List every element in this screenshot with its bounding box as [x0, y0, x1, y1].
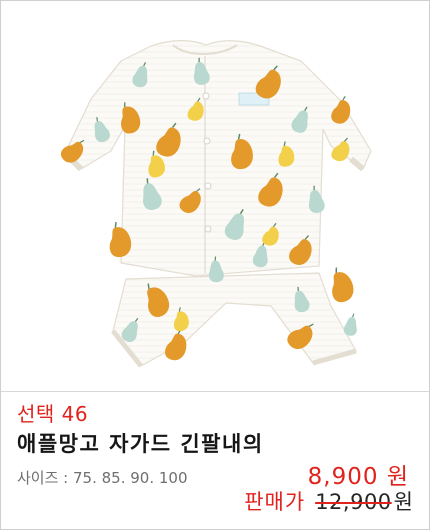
product-image[interactable]	[1, 1, 429, 392]
regular-price: 12,900	[315, 490, 392, 514]
size-info: 사이즈 : 75. 85. 90. 100	[17, 469, 188, 487]
regular-price-row: 판매가 12,900원	[244, 486, 413, 516]
shirt-shape	[62, 40, 372, 277]
product-card[interactable]: 선택 46 애플망고 자가드 긴팔내의 사이즈 : 75. 85. 90. 10…	[0, 0, 430, 530]
pick-label: 선택 46	[17, 402, 89, 426]
regular-price-currency: 원	[393, 490, 413, 514]
product-name[interactable]: 애플망고 자가드 긴팔내의	[17, 428, 264, 458]
regular-price-label: 판매가	[244, 490, 306, 514]
